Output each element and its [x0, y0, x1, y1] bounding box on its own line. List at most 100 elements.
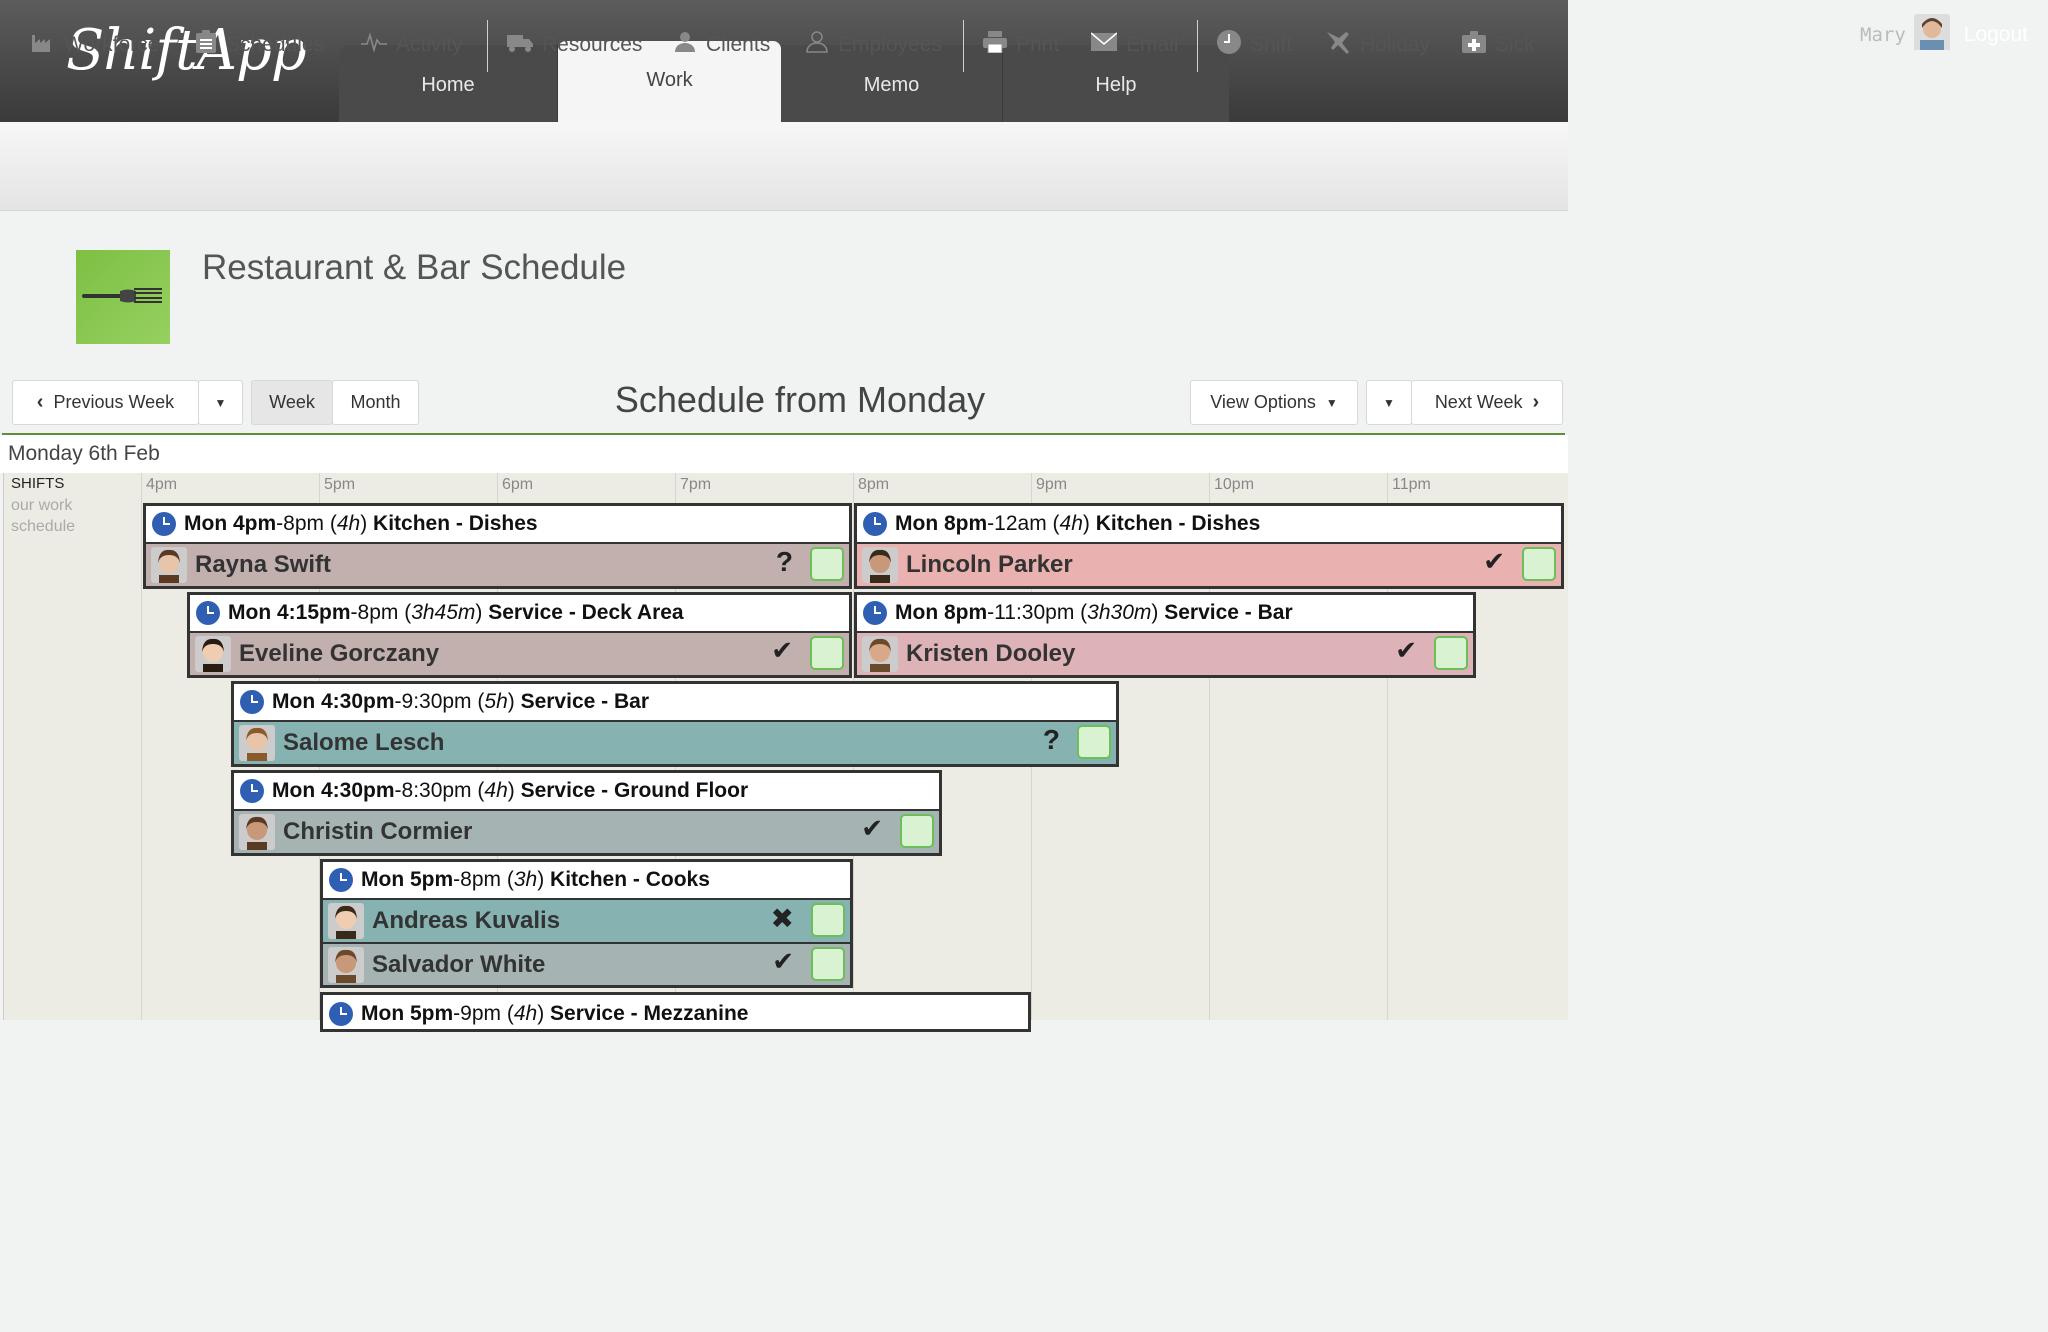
shift-block[interactable]: Mon 4:15pm-8pm (3h45m) Service - Deck Ar…	[187, 592, 852, 678]
shift-block[interactable]: Mon 8pm-12am (4h) Kitchen - Dishes Lincol…	[854, 503, 1564, 589]
clients-icon	[673, 31, 697, 59]
employee-avatar	[328, 946, 364, 983]
toolbar-label: Sick	[1495, 32, 1535, 56]
shift-time: Mon 4:15pm-8pm (3h45m) Service - Deck Ar…	[228, 601, 684, 624]
shift-header[interactable]: Mon 5pm-8pm (3h) Kitchen - Cooks	[323, 862, 850, 900]
chevron-right-icon: ›	[1532, 391, 1540, 413]
confirm-checkbox[interactable]	[900, 814, 934, 848]
employee-avatar	[328, 903, 364, 939]
toolbar-shift[interactable]: Shift	[1217, 0, 1292, 89]
toolbar-sick[interactable]: Sick	[1462, 0, 1535, 89]
toolbar-activity[interactable]: Activity	[361, 0, 463, 89]
shift-header[interactable]: Mon 4:15pm-8pm (3h45m) Service - Deck Ar…	[190, 595, 849, 633]
toolbar-label: Holiday	[1360, 32, 1431, 56]
shift-header[interactable]: Mon 4pm-8pm (4h) Kitchen - Dishes	[146, 506, 849, 544]
shift-block[interactable]: Mon 5pm-8pm (3h) Kitchen - Cooks Andreas …	[320, 859, 853, 988]
employee-row[interactable]: Andreas Kuvalis ✖	[323, 900, 850, 942]
toolbar-resources[interactable]: Resources	[507, 0, 642, 89]
shift-header[interactable]: Mon 4:30pm-9:30pm (5h) Service - Bar	[234, 684, 1116, 722]
employee-row[interactable]: Lincoln Parker ✔	[857, 544, 1561, 586]
shift-block[interactable]: Mon 4:30pm-8:30pm (4h) Service - Ground …	[231, 770, 942, 856]
cross-icon: ✖	[770, 903, 794, 934]
toolbar-email[interactable]: Email	[1090, 0, 1179, 89]
confirm-checkbox[interactable]	[811, 903, 845, 937]
toolbar-label: Clients	[706, 32, 771, 56]
toolbar-print[interactable]: Print	[983, 0, 1059, 89]
shift-header[interactable]: Mon 5pm-9pm (4h) Service - Mezzanine	[323, 995, 1028, 1033]
user-avatar[interactable]	[1913, 14, 1950, 55]
employee-name: Salvador White	[372, 950, 546, 978]
employee-row[interactable]: Kristen Dooley ✔	[857, 633, 1473, 675]
toolbar-divider	[1197, 20, 1198, 72]
employee-name: Christin Cormier	[283, 818, 473, 845]
confirm-checkbox[interactable]	[811, 947, 845, 981]
employee-row[interactable]: Rayna Swift?	[146, 544, 849, 586]
confirm-checkbox[interactable]	[810, 547, 844, 581]
clipboard-icon	[195, 29, 217, 60]
shift-header[interactable]: Mon 8pm-12am (4h) Kitchen - Dishes	[857, 506, 1561, 544]
shift-time: Mon 8pm-11:30pm (3h30m) Service - Bar	[895, 601, 1293, 624]
shift-time: Mon 4pm-8pm (4h) Kitchen - Dishes	[184, 512, 538, 535]
schedule-logo	[76, 250, 170, 344]
printer-icon	[983, 30, 1007, 59]
toolbar-label: Resources	[542, 32, 643, 56]
user-menu: Mary Logout	[1860, 14, 2028, 55]
employee-avatar	[862, 547, 898, 583]
caret-down-icon: ▼	[1325, 395, 1338, 410]
confirm-checkbox[interactable]	[1522, 547, 1556, 581]
check-icon: ✔	[1395, 635, 1417, 665]
shift-header[interactable]: Mon 4:30pm-8:30pm (4h) Service - Ground …	[234, 773, 939, 811]
clock-icon	[240, 690, 264, 714]
shift-block[interactable]: Mon 5pm-9pm (4h) Service - Mezzanine	[320, 992, 1031, 1032]
toolbar-workforce[interactable]: Workforce	[31, 0, 159, 89]
check-icon: ✔	[771, 635, 793, 665]
shift-block[interactable]: Mon 8pm-11:30pm (3h30m) Service - Bar Kri…	[854, 592, 1476, 678]
clock-icon	[863, 601, 887, 625]
shift-block[interactable]: Mon 4:30pm-9:30pm (5h) Service - Bar Salo…	[231, 681, 1119, 767]
toolbar-employees[interactable]: Employees	[805, 0, 942, 89]
hour-label: 9pm	[1036, 476, 1068, 493]
shift-block[interactable]: Mon 4pm-8pm (4h) Kitchen - Dishes Rayna S…	[143, 503, 852, 589]
toolbar-label: Activity	[396, 32, 463, 56]
shifts-heading: SHIFTS	[11, 475, 65, 492]
medkit-icon	[1462, 30, 1486, 59]
shift-time: Mon 5pm-8pm (3h) Kitchen - Cooks	[361, 868, 710, 891]
confirm-checkbox[interactable]	[810, 636, 844, 670]
hour-label: 8pm	[858, 476, 890, 493]
employee-row[interactable]: Eveline Gorczany ✔	[190, 633, 849, 675]
confirm-checkbox[interactable]	[1077, 725, 1111, 759]
hour-label: 11pm	[1392, 476, 1431, 493]
employee-avatar	[239, 814, 275, 850]
page-title: Restaurant & Bar Schedule	[202, 248, 627, 287]
check-icon: ✔	[1483, 546, 1505, 576]
logout-link[interactable]: Logout	[1964, 23, 2028, 47]
next-week-button[interactable]: Next Week ›	[1411, 380, 1563, 425]
toolbar-clients[interactable]: Clients	[673, 0, 770, 89]
pulse-icon	[361, 31, 387, 59]
check-icon: ✔	[772, 946, 794, 976]
shift-header[interactable]: Mon 8pm-11:30pm (3h30m) Service - Bar	[857, 595, 1473, 633]
clock-icon	[240, 779, 264, 803]
clock-icon	[1217, 29, 1241, 60]
hour-label: 10pm	[1214, 476, 1255, 493]
hour-label: 5pm	[324, 476, 356, 493]
toolbar-label: Print	[1016, 32, 1060, 56]
next-dropdown-button[interactable]: ▼	[1366, 380, 1412, 425]
shift-time: Mon 4:30pm-8:30pm (4h) Service - Ground …	[272, 779, 749, 802]
confirm-checkbox[interactable]	[1434, 636, 1468, 670]
employee-name: Andreas Kuvalis	[372, 907, 561, 934]
employee-row[interactable]: Salvador White ✔	[323, 942, 850, 985]
hour-label: 6pm	[502, 476, 534, 493]
toolbar-schedules[interactable]: Schedules	[195, 0, 324, 89]
employee-row[interactable]: Christin Cormier ✔	[234, 811, 939, 853]
toolbar-label: Workforce	[64, 32, 160, 56]
hour-label: 7pm	[680, 476, 712, 493]
employee-row[interactable]: Salome Lesch?	[234, 722, 1116, 764]
user-name[interactable]: Mary	[1860, 24, 1906, 46]
toolbar-label: Schedules	[226, 32, 325, 56]
toolbar-label: Employees	[838, 32, 942, 56]
day-row	[0, 435, 1568, 473]
employee-name: Salome Lesch	[283, 729, 445, 756]
view-options-button[interactable]: View Options ▼	[1190, 380, 1358, 425]
toolbar-holiday[interactable]: Holiday	[1325, 0, 1430, 89]
